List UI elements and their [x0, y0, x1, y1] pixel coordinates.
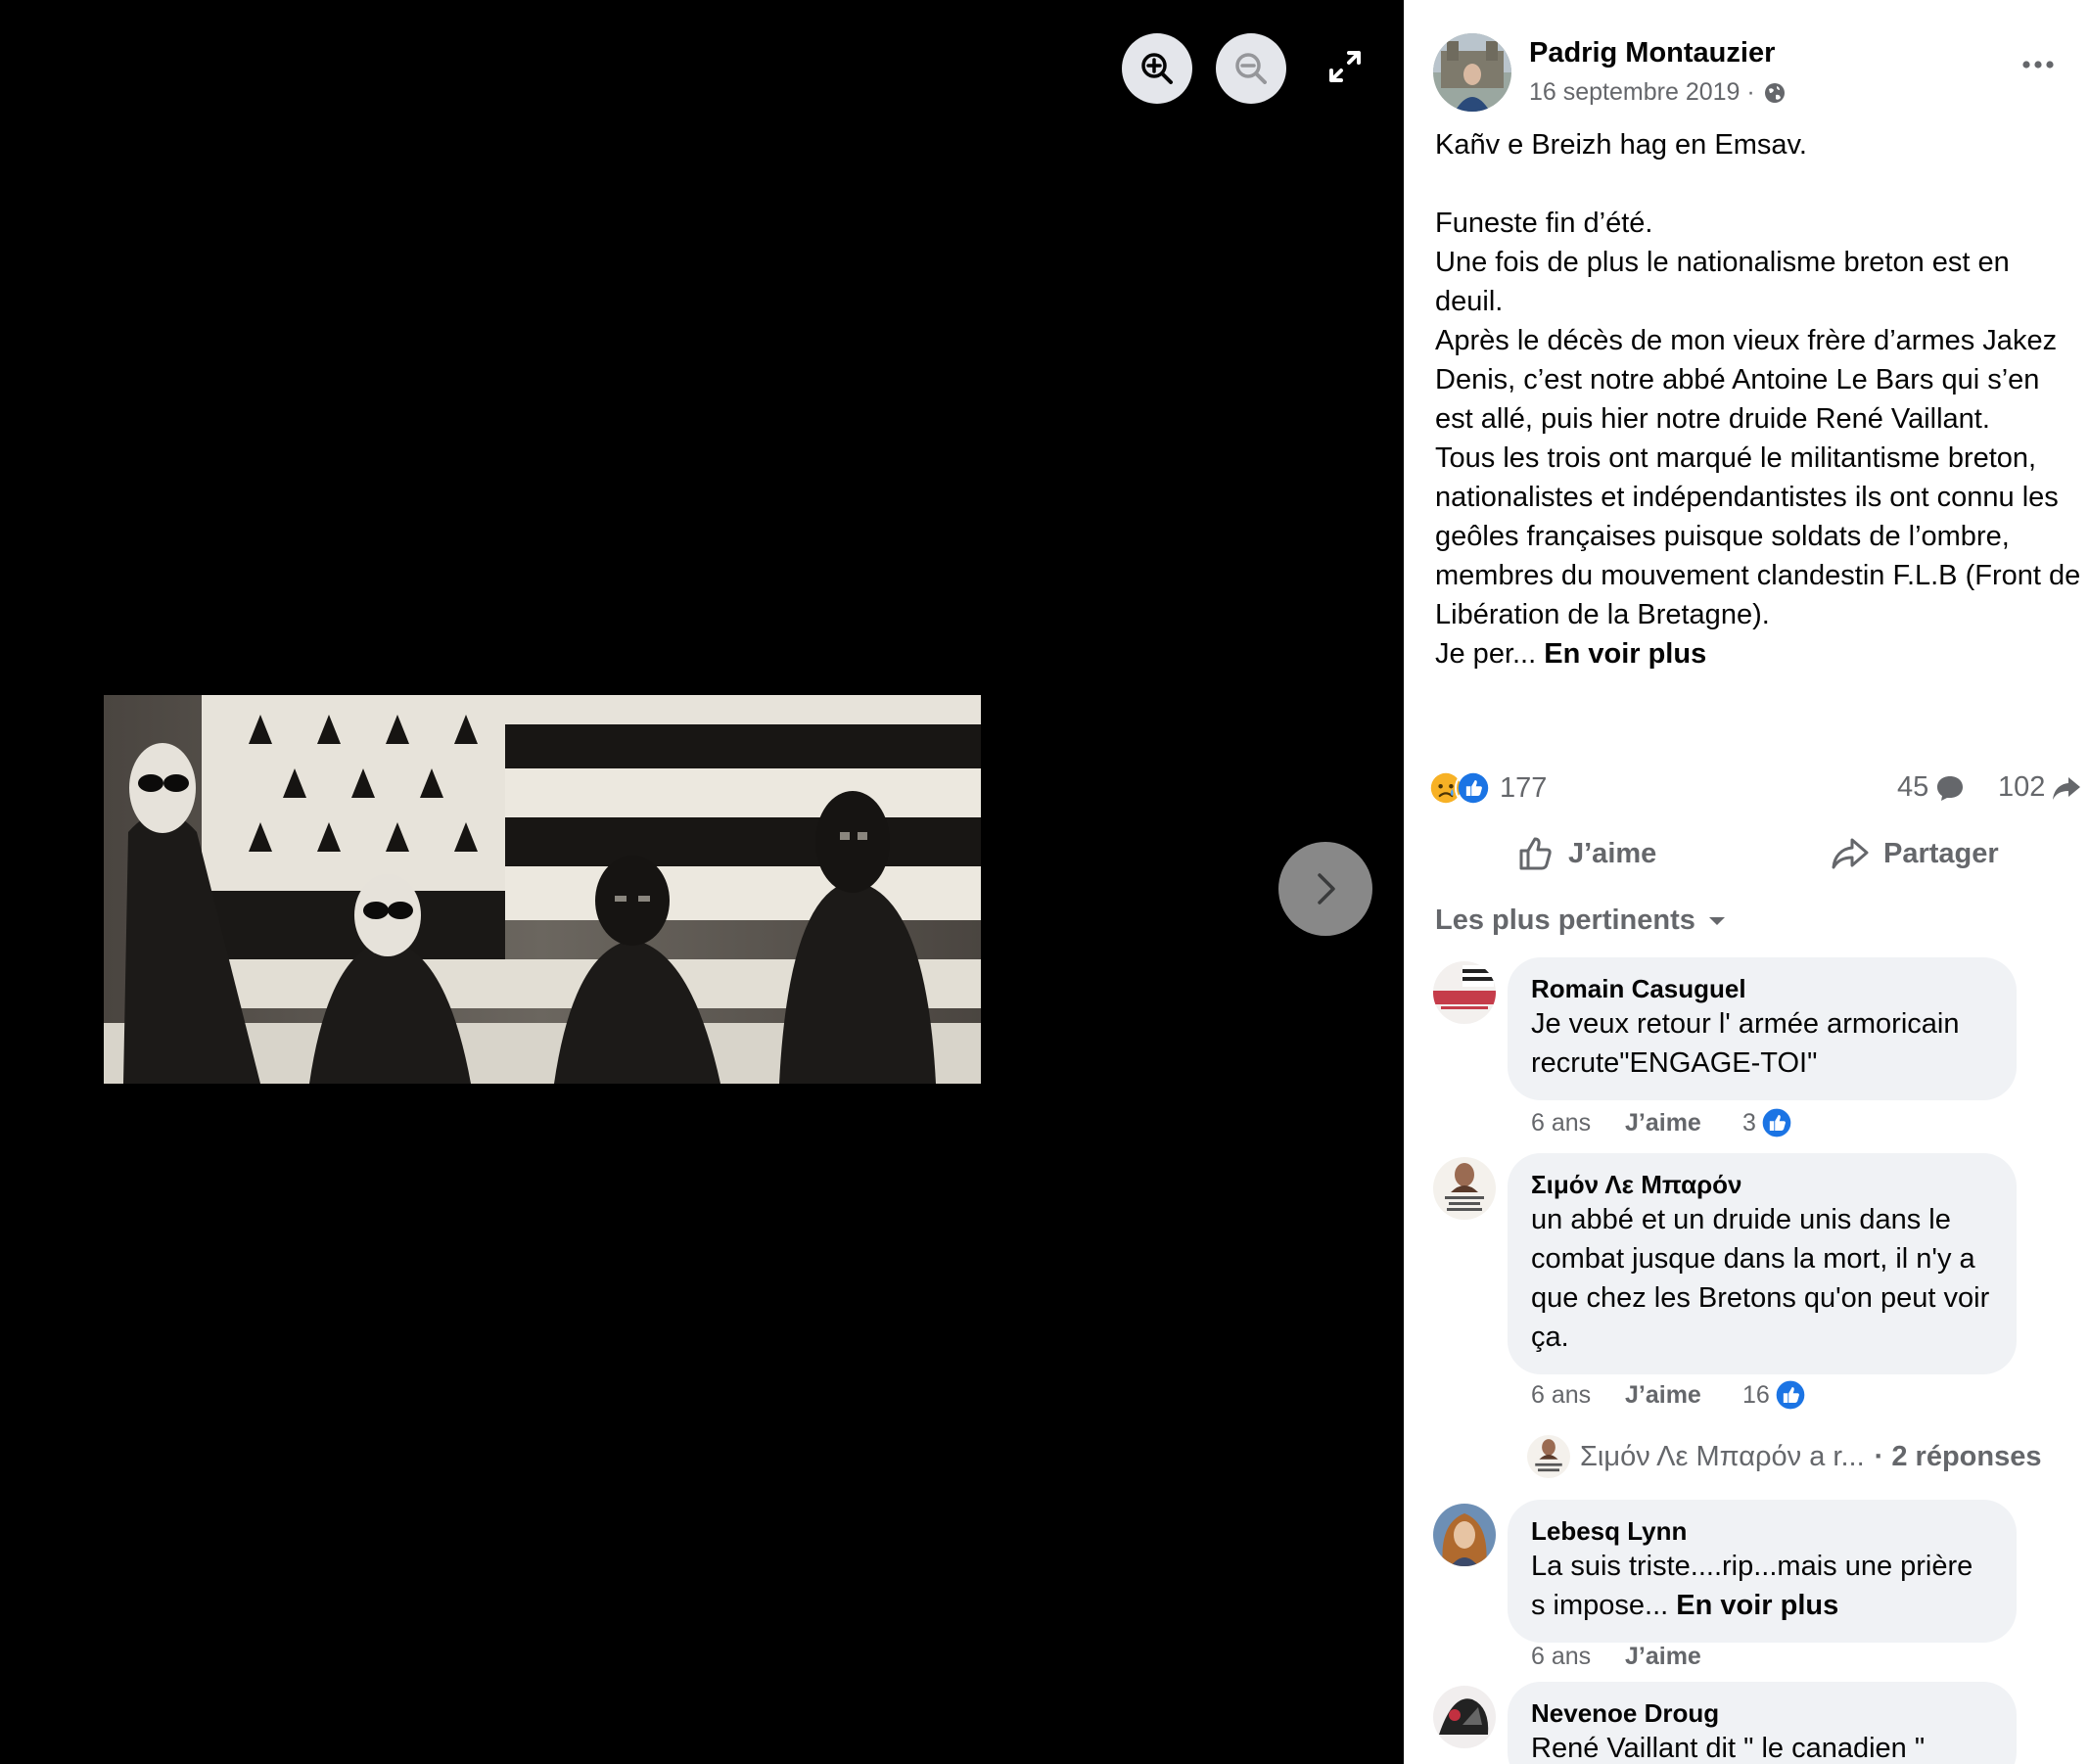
comment-bubble: Σιμόν Λε Μπαρόν un abbé et un druide uni… [1508, 1153, 2017, 1374]
globe-icon [1764, 82, 1785, 103]
caret-down-icon [1708, 916, 1725, 925]
post-photo [104, 695, 981, 1084]
comment-bubble: Nevenoe Droug René Vaillant dit " le can… [1508, 1682, 2017, 1764]
comment-age[interactable]: 6 ans [1531, 1381, 1625, 1410]
commenter-name[interactable]: Σιμόν Λε Μπαρόν [1531, 1169, 1993, 1200]
share-count-value: 102 [1998, 771, 2046, 803]
commenter-avatar[interactable] [1433, 1157, 1496, 1220]
comment-like-count[interactable]: 3 [1742, 1106, 1793, 1139]
comment-text: Je veux retour l' armée armoricain recru… [1531, 1008, 1960, 1079]
share-count[interactable]: 102 [1998, 771, 2082, 804]
reaction-count: 177 [1500, 771, 1548, 804]
post-line: Kañv e Breizh hag en Emsav. [1435, 129, 1807, 161]
like-button-label: J’aime [1568, 837, 1657, 869]
comment-like-link[interactable]: J’aime [1625, 1643, 1742, 1671]
post-body: Kañv e Breizh hag en Emsav. Funeste fin … [1435, 125, 2081, 673]
share-button[interactable]: Partager [1831, 834, 1999, 873]
like-button[interactable]: J’aime [1515, 834, 1656, 873]
zoom-out-icon [1235, 53, 1267, 84]
comment-count-value: 45 [1897, 771, 1929, 803]
view-replies-link[interactable]: Σιμόν Λε Μπαρόν a r... · 2 réponses [1527, 1435, 2041, 1478]
chevron-right-icon [1318, 873, 1335, 905]
comment-like-link[interactable]: J’aime [1625, 1109, 1742, 1137]
comment-like-count-value: 16 [1742, 1380, 1770, 1409]
reply-count: · 2 réponses [1874, 1440, 2042, 1472]
post-spacer [1435, 164, 2081, 204]
comment-meta: 6 ans J’aime [1531, 1643, 1742, 1671]
commenter-name[interactable]: Romain Casuguel [1531, 973, 1993, 1004]
post-date-text[interactable]: 16 septembre 2019 · [1529, 78, 1755, 107]
post-author[interactable]: Padrig Montauzier [1529, 37, 1775, 70]
post-line: Funeste fin d’été. [1435, 208, 1653, 239]
post-truncated-text: Je per... [1435, 638, 1537, 670]
post-line: Une fois de plus le nationalisme breton … [1435, 247, 2010, 317]
see-more-link[interactable]: En voir plus [1544, 638, 1706, 670]
commenter-name[interactable]: Nevenoe Droug [1531, 1697, 1993, 1729]
commenter-avatar[interactable] [1433, 1504, 1496, 1566]
post-truncated-line: Je per... En voir plus [1435, 634, 2081, 673]
post-line: Après le décès de mon vieux frère d’arme… [1435, 325, 2058, 435]
sort-label: Les plus pertinents [1435, 905, 1695, 936]
photo-viewer [0, 0, 1404, 1764]
see-more-link[interactable]: En voir plus [1676, 1590, 1838, 1621]
post-date: 16 septembre 2019 · [1529, 78, 1787, 107]
commenter-avatar[interactable] [1433, 961, 1496, 1024]
comment-sort-dropdown[interactable]: Les plus pertinents [1435, 905, 1727, 937]
commenter-avatar[interactable] [1433, 1686, 1496, 1748]
comment-icon [1937, 775, 1964, 801]
comment-count[interactable]: 45 [1897, 771, 1966, 804]
reaction-summary[interactable]: 177 [1427, 769, 1547, 807]
next-photo-button[interactable] [1278, 842, 1372, 936]
comment-meta: 6 ans J’aime 3 [1531, 1106, 1793, 1139]
share-button-label: Partager [1883, 837, 1999, 869]
reply-author: Σιμόν Λε Μπαρόν a r... [1580, 1440, 1865, 1472]
zoom-out-button[interactable] [1216, 33, 1286, 104]
zoom-in-icon [1141, 53, 1173, 84]
comment-age[interactable]: 6 ans [1531, 1109, 1625, 1137]
comment-text: René Vaillant dit " le canadien " [1531, 1733, 1926, 1764]
comment-bubble: Lebesq Lynn La suis triste....rip...mais… [1508, 1500, 2017, 1643]
comment-bubble: Romain Casuguel Je veux retour l' armée … [1508, 957, 2017, 1100]
author-avatar[interactable] [1433, 33, 1511, 112]
comment-like-link[interactable]: J’aime [1625, 1381, 1742, 1410]
like-reaction-icon [1455, 769, 1492, 807]
comment-text: un abbé et un druide unis dans le combat… [1531, 1204, 1990, 1353]
expand-icon[interactable] [1325, 47, 1365, 86]
comment-like-count-value: 3 [1742, 1108, 1756, 1137]
share-icon [1832, 838, 1869, 869]
post-panel: Padrig Montauzier 16 septembre 2019 · Ka… [1404, 0, 2089, 1764]
comment-age[interactable]: 6 ans [1531, 1643, 1625, 1671]
zoom-in-button[interactable] [1122, 33, 1192, 104]
more-options-icon[interactable] [2019, 53, 2058, 76]
reply-author-avatar [1527, 1435, 1570, 1478]
comment-like-count[interactable]: 16 [1742, 1378, 1807, 1412]
share-arrow-icon [2053, 776, 2081, 800]
like-reaction-icon [1760, 1106, 1793, 1139]
comment-meta: 6 ans J’aime 16 [1531, 1378, 1807, 1412]
post-line: Tous les trois ont marqué le militantism… [1435, 442, 2081, 630]
commenter-name[interactable]: Lebesq Lynn [1531, 1515, 1993, 1547]
thumbs-up-icon [1519, 837, 1552, 870]
like-reaction-icon [1774, 1378, 1806, 1412]
comment-text: La suis triste....rip...mais une prière … [1531, 1547, 1993, 1625]
